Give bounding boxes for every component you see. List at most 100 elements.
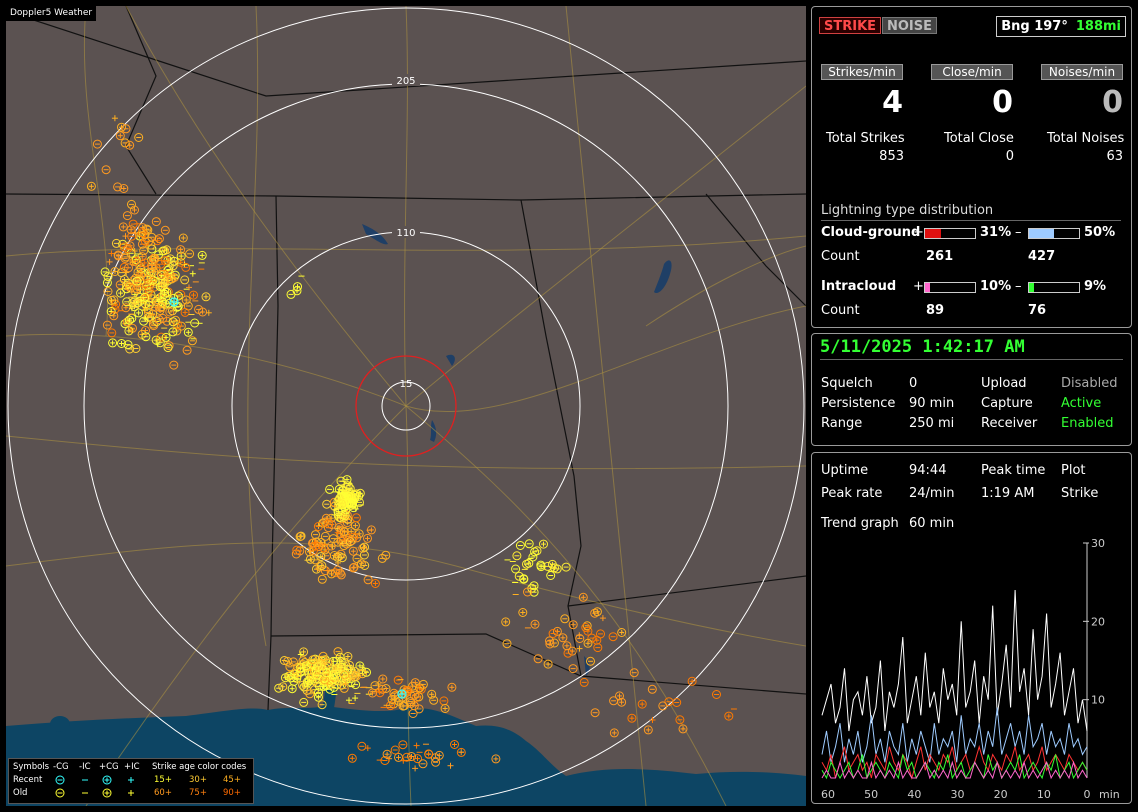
legend-symbols-label: Symbols [13,762,50,772]
strike-stats-panel: STRIKE NOISE Bng 197° 188mi Strikes/min C… [811,6,1132,328]
cg-count-label: Count [821,249,860,264]
trend-x-tick-label: 50 [864,788,878,801]
persistence-value: 90 min [909,396,955,411]
distribution-title: Lightning type distribution [821,203,994,218]
radar-map[interactable]: 205 110 15 [6,6,806,806]
squelch-label: Squelch [821,376,873,391]
range-value: 250 mi [909,416,955,431]
recent-strike-marker [397,689,407,699]
strike-button[interactable]: STRIKE [819,17,882,34]
total-strikes-value: 853 [879,149,904,164]
trend-x-tick-label: 20 [994,788,1008,801]
plot-value[interactable]: Strike [1061,486,1098,501]
legend-recent-label: Recent [13,775,43,785]
trend-y-tick-label: 10 [1091,694,1105,707]
trend-y-tick-label: 30 [1091,537,1105,550]
trend-series-line [821,589,1088,732]
trend-panel: Uptime 94:44 Peak time Plot Peak rate 24… [811,452,1132,804]
cg-plus-sign: + [913,225,924,240]
legend-pos-ic: +IC [124,762,140,772]
receiver-value: Enabled [1061,416,1114,431]
ic-positive-percent: 10% [980,279,1012,294]
total-noises-value: 63 [1106,149,1123,164]
datetime-divider [820,359,1123,360]
ic-count-label: Count [821,303,860,318]
cg-positive-bar [924,228,976,239]
trend-x-tick-label: 30 [951,788,965,801]
trend-x-tick-label: 10 [1037,788,1051,801]
bearing-value: Bng 197° [1001,19,1068,34]
legend-age-15: 15+ [154,775,172,785]
trend-x-axis-label: min [1099,788,1120,801]
legend-old-label: Old [13,788,28,798]
ic-plus-sign: + [913,279,924,294]
trend-chart: 10 20 30 60 50 40 30 20 10 0 min [821,537,1120,801]
ring-label-15: 15 [400,379,413,390]
trend-x-tick-label: 40 [907,788,921,801]
persistence-label: Persistence [821,396,896,411]
map-canvas[interactable]: 205 110 15 [6,6,806,806]
peak-rate-value: 24/min [909,486,955,501]
trend-x-tick-label: 60 [821,788,835,801]
uptime-value: 94:44 [909,463,947,478]
cg-minus-sign: – [1015,225,1022,240]
close-per-min-value: 0 [992,85,1013,120]
status-panel: 5/11/2025 1:42:17 AM Squelch 0 Upload Di… [811,333,1132,446]
capture-value: Active [1061,396,1102,411]
ring-label-205: 205 [396,76,415,87]
legend-neg-ic: -IC [79,762,91,772]
ic-negative-percent: 9% [1084,279,1107,294]
total-close-label: Total Close [944,131,1014,146]
legend-age-45: 45+ [223,775,241,785]
distance-value: 188mi [1075,19,1121,34]
cg-negative-count: 427 [1028,249,1056,264]
squelch-value: 0 [909,376,918,391]
bearing-readout: Bng 197° 188mi [996,16,1126,37]
uptime-label: Uptime [821,463,869,478]
total-close-value: 0 [1005,149,1014,164]
cg-positive-percent: 31% [980,225,1012,240]
strikes-per-min-value: 4 [882,85,903,120]
legend-age-label: Strike age color codes [152,762,247,772]
ic-positive-count: 89 [926,303,945,318]
trend-x-tick-label: 0 [1084,788,1091,801]
noise-button[interactable]: NOISE [882,17,938,34]
lake-water [50,716,70,732]
app-title: Doppler5 Weather [6,6,97,21]
noises-per-min-button[interactable]: Noises/min [1041,64,1123,80]
legend-age-75: 75+ [189,788,207,798]
peak-time-label: Peak time [981,463,1046,478]
plot-label: Plot [1061,463,1086,478]
ic-negative-bar [1028,282,1080,293]
ic-negative-count: 76 [1028,303,1047,318]
trend-series-line [821,707,1088,763]
strikes-per-min-button[interactable]: Strikes/min [821,64,903,80]
capture-label: Capture [981,396,1033,411]
upload-value: Disabled [1061,376,1118,391]
map-legend: Symbols -CG -IC +CG +IC Strike age color… [8,758,254,804]
receiver-label: Receiver [981,416,1038,431]
trend-series-line [821,760,1088,780]
noises-per-min-value: 0 [1102,85,1123,120]
cg-positive-count: 261 [926,249,954,264]
recent-strike-marker [169,297,179,307]
legend-age-90: 90+ [223,788,241,798]
range-label: Range [821,416,863,431]
cg-negative-percent: 50% [1084,225,1116,240]
peak-time-value: 1:19 AM [981,486,1035,501]
legend-neg-cg: -CG [53,762,69,772]
legend-pos-cg: +CG [99,762,119,772]
trend-graph-value[interactable]: 60 min [909,516,954,531]
cloud-ground-label: Cloud-ground [821,225,921,240]
total-strikes-label: Total Strikes [826,131,905,146]
trend-y-tick-label: 20 [1091,615,1105,628]
distribution-divider [821,220,1121,221]
cg-negative-bar [1028,228,1080,239]
ic-minus-sign: – [1015,279,1022,294]
intracloud-label: Intracloud [821,279,897,294]
trend-graph-label: Trend graph [821,516,899,531]
peak-rate-label: Peak rate [821,486,883,501]
ring-label-110: 110 [396,228,415,239]
ic-positive-bar [924,282,976,293]
close-per-min-button[interactable]: Close/min [931,64,1013,80]
